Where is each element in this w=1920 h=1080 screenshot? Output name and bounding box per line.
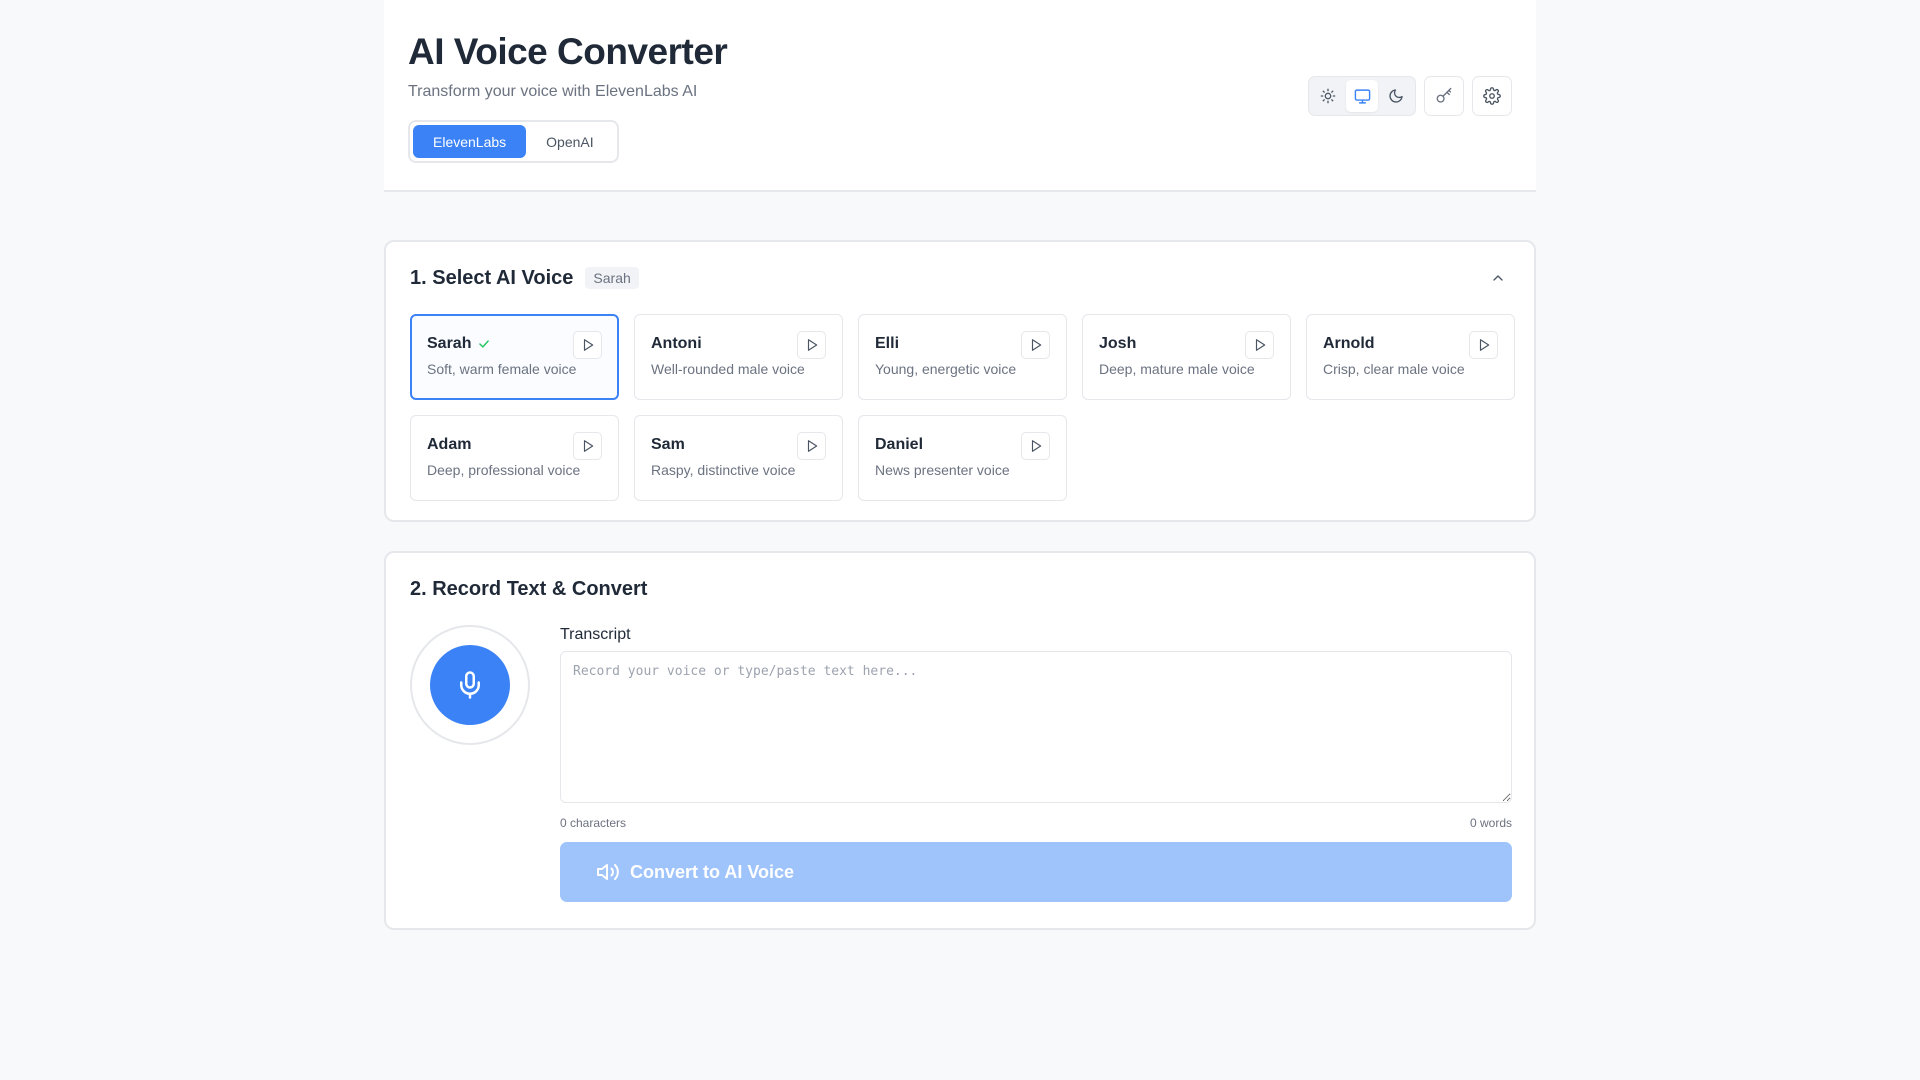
voice-card-elli[interactable]: Elli Young, energetic voice [858, 314, 1067, 400]
theme-switcher [1308, 76, 1416, 116]
play-icon [583, 440, 593, 452]
voice-section-header: 1. Select AI Voice Sarah [410, 264, 1510, 292]
provider-toggle: ElevenLabs OpenAI [408, 120, 619, 163]
voice-name: Daniel [875, 436, 924, 453]
key-icon [1436, 87, 1452, 103]
voice-name: Sarah [427, 335, 472, 352]
voice-name: Adam [427, 436, 472, 453]
play-preview-button[interactable] [1021, 432, 1050, 460]
play-preview-button[interactable] [1021, 331, 1050, 359]
provider-elevenlabs-button[interactable]: ElevenLabs [413, 125, 527, 158]
record-convert-card: 2. Record Text & Convert Transcript 0 ch… [384, 551, 1536, 930]
voice-grid: Sarah Soft, warm female voice Antoni Wel… [410, 314, 1515, 501]
voice-card-josh[interactable]: Josh Deep, mature male voice [1082, 314, 1291, 400]
moon-icon [1389, 89, 1403, 103]
monitor-icon [1354, 88, 1370, 104]
voice-description: Young, energetic voice [875, 361, 1017, 377]
page-title: AI Voice Converter [408, 31, 728, 72]
voice-description: Raspy, distinctive voice [651, 462, 796, 478]
voice-card-adam[interactable]: Adam Deep, professional voice [410, 415, 619, 501]
play-preview-button[interactable] [1469, 331, 1498, 359]
provider-openai-button[interactable]: OpenAI [526, 125, 613, 158]
convert-button-label: Convert to AI Voice [630, 861, 795, 882]
play-preview-button[interactable] [573, 432, 602, 460]
word-count: 0 words [1469, 816, 1512, 830]
voice-name: Sam [651, 436, 685, 453]
voice-card-antoni[interactable]: Antoni Well-rounded male voice [634, 314, 843, 400]
speaker-icon [597, 864, 619, 880]
transcript-area: Transcript 0 characters 0 words Convert … [560, 625, 1512, 902]
mic-ring [410, 625, 530, 745]
voice-name: Josh [1099, 335, 1137, 352]
header-tools [1308, 76, 1512, 116]
play-preview-button[interactable] [797, 432, 826, 460]
play-icon [1031, 339, 1041, 351]
play-icon [1255, 339, 1265, 351]
voice-card-sarah[interactable]: Sarah Soft, warm female voice [410, 314, 619, 400]
record-button[interactable] [430, 645, 510, 725]
theme-system-button[interactable] [1346, 80, 1378, 112]
play-preview-button[interactable] [573, 331, 602, 359]
transcript-label: Transcript [560, 626, 631, 643]
convert-button[interactable]: Convert to AI Voice [560, 842, 1512, 902]
theme-dark-button[interactable] [1380, 80, 1412, 112]
voice-name: Antoni [651, 335, 702, 352]
play-icon [583, 339, 593, 351]
transcript-counts: 0 characters 0 words [560, 816, 1512, 830]
play-preview-button[interactable] [1245, 331, 1274, 359]
voice-card-daniel[interactable]: Daniel News presenter voice [858, 415, 1067, 501]
theme-light-button[interactable] [1312, 80, 1344, 112]
microphone-icon [460, 671, 480, 699]
record-section-title: 2. Record Text & Convert [410, 577, 648, 600]
selected-voice-badge: Sarah [585, 267, 639, 289]
transcript-input[interactable] [560, 651, 1512, 803]
sun-icon [1320, 88, 1336, 104]
gear-icon [1483, 87, 1501, 105]
play-icon [1479, 339, 1489, 351]
voice-description: Soft, warm female voice [427, 361, 577, 377]
voice-name: Arnold [1323, 335, 1375, 352]
character-count: 0 characters [560, 816, 627, 830]
voice-section-title: 1. Select AI Voice [410, 266, 574, 289]
record-section-header: 2. Record Text & Convert [410, 575, 1510, 603]
voice-card-arnold[interactable]: Arnold Crisp, clear male voice [1306, 314, 1515, 400]
app-container: AI Voice Converter Transform your voice … [384, 0, 1536, 930]
voice-description: Crisp, clear male voice [1323, 361, 1465, 377]
voice-description: Well-rounded male voice [651, 361, 805, 377]
voice-description: Deep, mature male voice [1099, 361, 1255, 377]
check-icon [479, 340, 490, 348]
page-header: AI Voice Converter Transform your voice … [384, 0, 1536, 192]
voice-name: Elli [875, 335, 900, 352]
voice-description: News presenter voice [875, 462, 1010, 478]
voice-card-sam[interactable]: Sam Raspy, distinctive voice [634, 415, 843, 501]
play-preview-button[interactable] [797, 331, 826, 359]
play-icon [807, 339, 817, 351]
play-icon [807, 440, 817, 452]
voice-selection-card: 1. Select AI Voice Sarah Sarah Soft, war… [384, 240, 1536, 522]
settings-button[interactable] [1472, 76, 1512, 116]
collapse-button[interactable] [1486, 266, 1510, 290]
api-key-button[interactable] [1424, 76, 1464, 116]
record-body: Transcript 0 characters 0 words Convert … [410, 625, 1512, 902]
voice-description: Deep, professional voice [427, 462, 581, 478]
chevron-up-icon [1493, 275, 1503, 281]
play-icon [1031, 440, 1041, 452]
